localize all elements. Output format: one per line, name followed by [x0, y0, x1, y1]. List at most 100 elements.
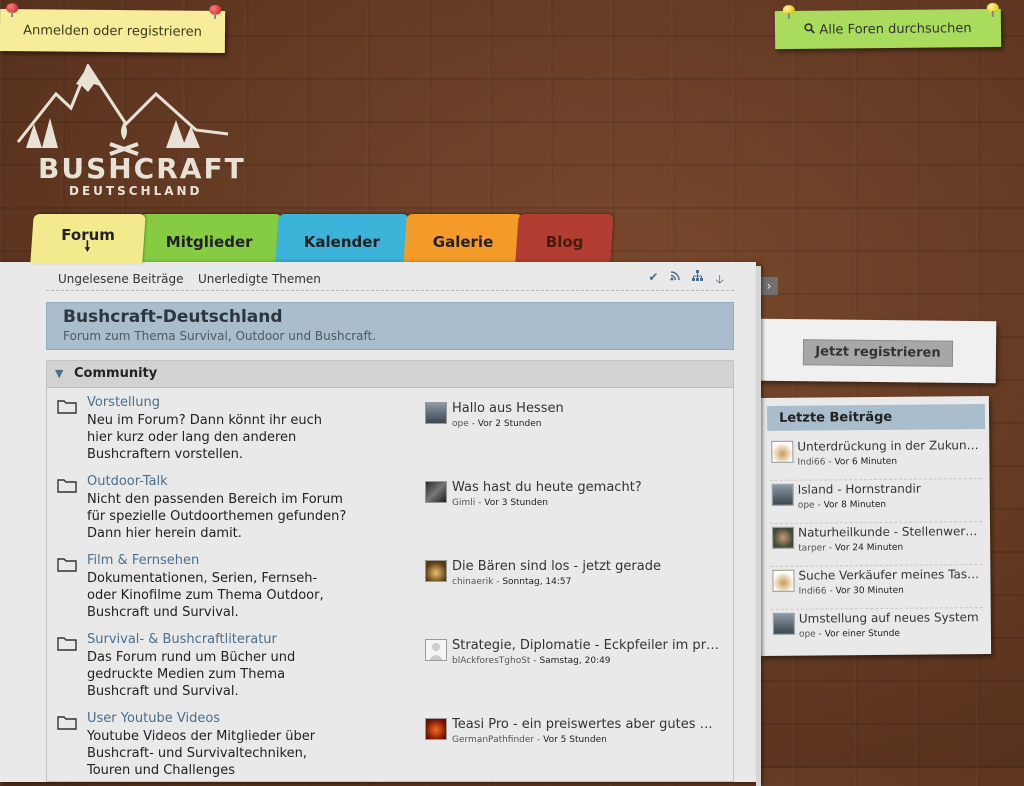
tab-forum[interactable]: Forum 🠗 — [30, 214, 146, 264]
unsolved-threads-link[interactable]: Unerledigte Themen — [198, 272, 321, 286]
board-title-link[interactable]: User Youtube Videos — [87, 711, 220, 726]
last-post-link[interactable]: Strategie, Diplomatie - Eckpfeiler im pr… — [452, 638, 724, 653]
recent-posts-box: Letzte Beiträge Unterdrückung in der Zuk… — [758, 396, 992, 656]
sidebar-collapse-button[interactable]: › — [760, 277, 778, 295]
main-content: Ungelesene Beiträge Unerledigte Themen ✔… — [0, 262, 761, 786]
avatar[interactable] — [772, 569, 795, 592]
board-title-link[interactable]: Outdoor-Talk — [87, 474, 168, 489]
recent-post-meta: tarper - Vor 24 Minuten — [798, 542, 904, 554]
recent-post-user[interactable]: tarper — [798, 543, 826, 553]
recent-post-title[interactable]: Suche Verkäufer meines Tas… — [798, 567, 984, 583]
last-post-time: Samstag, 20:49 — [539, 656, 611, 666]
last-post-link[interactable]: Hallo aus Hessen — [452, 401, 724, 416]
recent-post-user[interactable]: Indi66 — [799, 586, 827, 596]
last-post-user[interactable]: GermanPathfinder — [452, 735, 534, 745]
board-header: Bushcraft-Deutschland Forum zum Thema Su… — [46, 302, 734, 350]
board-title-link[interactable]: Vorstellung — [87, 395, 160, 410]
recent-post-item[interactable]: Naturheilkunde - Stellenwer… tarper - Vo… — [769, 522, 984, 567]
site-logo[interactable]: BUSHCRAFT DEUTSCHLAND — [16, 62, 244, 204]
avatar[interactable] — [772, 612, 795, 635]
avatar[interactable] — [771, 483, 794, 506]
last-post-user[interactable]: Gimli — [452, 498, 475, 508]
board-title-link[interactable]: Survival- & Bushcraftliteratur — [87, 632, 277, 647]
category-label: Community — [74, 366, 158, 381]
search-all-forums-link[interactable]: Alle Foren durchsuchen — [774, 8, 1002, 50]
pushpin-icon — [783, 5, 795, 19]
recent-post-meta: Indi66 - Vor 30 Minuten — [798, 585, 904, 597]
last-post-meta: chinaerik - Sonntag, 14:57 — [452, 577, 572, 587]
chevron-down-icon[interactable]: ▼ — [55, 367, 63, 380]
recent-post-item[interactable]: Umstellung auf neues System ope - Vor ei… — [771, 608, 983, 652]
board-title-link[interactable]: Film & Fernsehen — [87, 553, 199, 568]
last-post-user[interactable]: ope — [452, 419, 469, 429]
search-icon — [804, 23, 816, 37]
recent-post-meta: Indi66 - Vor 6 Minuten — [797, 456, 898, 468]
tab-mitglieder[interactable]: Mitglieder — [136, 214, 282, 264]
last-post-time: Vor 5 Stunden — [543, 735, 607, 745]
register-card: Jetzt registrieren — [757, 318, 997, 384]
avatar[interactable] — [425, 560, 447, 582]
search-label: Alle Foren durchsuchen — [819, 20, 972, 38]
arrow-down-icon[interactable]: 🡣 — [715, 270, 724, 291]
recent-post-time: Vor 8 Minuten — [823, 499, 887, 511]
recent-post-title[interactable]: Island - Hornstrandir — [798, 481, 984, 497]
last-post-time: Vor 2 Stunden — [477, 419, 542, 429]
avatar[interactable] — [425, 481, 447, 503]
unread-posts-link[interactable]: Ungelesene Beiträge — [58, 272, 183, 286]
folder-icon — [57, 637, 77, 651]
recent-post-time: Vor 6 Minuten — [834, 456, 898, 468]
arrow-down-icon: 🠗 — [84, 239, 91, 255]
recent-post-user[interactable]: ope — [798, 501, 815, 511]
last-post-meta: blAckforesTghoSt - Samstag, 20:49 — [452, 656, 611, 666]
tab-blog[interactable]: Blog — [515, 214, 614, 264]
logo-sub-text: DEUTSCHLAND — [69, 184, 203, 198]
page-title: Bushcraft-Deutschland — [63, 307, 283, 327]
pushpin-icon — [987, 3, 999, 17]
tab-galerie[interactable]: Galerie — [403, 214, 523, 264]
check-icon[interactable]: ✔ — [648, 270, 658, 291]
last-post-time: Vor 3 Stunden — [484, 498, 548, 508]
tab-kalender[interactable]: Kalender — [275, 214, 409, 264]
recent-post-user[interactable]: Indi66 — [797, 457, 825, 467]
recent-post-meta: ope - Vor einer Stunde — [798, 628, 901, 640]
recent-post-item[interactable]: Unterdrückung in der Zukun… Indi66 - Vor… — [769, 436, 983, 481]
board-description: Dokumentationen, Serien, Fernseh- oder K… — [87, 571, 324, 620]
last-post-time: Sonntag, 14:57 — [502, 577, 572, 587]
rss-icon[interactable] — [670, 270, 681, 291]
last-post-meta: ope - Vor 2 Stunden — [452, 419, 542, 429]
avatar[interactable] — [772, 526, 795, 549]
recent-post-user[interactable]: ope — [799, 630, 816, 640]
recent-post-item[interactable]: Island - Hornstrandir ope - Vor 8 Minute… — [769, 479, 984, 524]
recent-post-meta: ope - Vor 8 Minuten — [797, 499, 887, 511]
register-button[interactable]: Jetzt registrieren — [802, 339, 954, 367]
recent-post-title[interactable]: Unterdrückung in der Zukun… — [797, 438, 983, 454]
sitemap-icon[interactable] — [692, 270, 704, 291]
avatar[interactable] — [771, 440, 794, 463]
recent-post-time: Vor 30 Minuten — [835, 585, 904, 597]
last-post-user[interactable]: blAckforesTghoSt — [452, 656, 530, 666]
pushpin-icon — [6, 3, 18, 17]
board-description: Nicht den passenden Bereich im Forum für… — [87, 492, 347, 541]
folder-icon — [57, 558, 77, 572]
last-post-link[interactable]: Was hast du heute gemacht? — [452, 480, 724, 495]
mountain-logo-icon — [16, 62, 229, 156]
avatar-placeholder[interactable] — [425, 639, 447, 661]
last-post-user[interactable]: chinaerik — [452, 577, 493, 587]
last-post-link[interactable]: Teasi Pro - ein preiswertes aber gutes … — [452, 717, 724, 732]
last-post-meta: Gimli - Vor 3 Stunden — [452, 498, 548, 508]
recent-post-item[interactable]: Suche Verkäufer meines Tas… Indi66 - Vor… — [770, 565, 984, 610]
last-post-link[interactable]: Die Bären sind los - jetzt gerade — [452, 559, 724, 574]
avatar[interactable] — [425, 718, 447, 740]
chevron-right-icon: › — [766, 279, 772, 293]
recent-posts-title: Letzte Beiträge — [766, 404, 986, 431]
category-header[interactable]: ▼ Community — [47, 361, 733, 388]
board-description: Das Forum rund um Bücher und gedruckte M… — [87, 650, 296, 699]
category-community: ▼ Community Vorstellung Neu im Forum? Da… — [46, 360, 734, 782]
recent-post-title[interactable]: Naturheilkunde - Stellenwer… — [798, 524, 984, 540]
recent-post-title[interactable]: Umstellung auf neues System — [799, 610, 985, 626]
avatar[interactable] — [425, 402, 447, 424]
login-register-link[interactable]: Anmelden oder registrieren — [0, 9, 226, 53]
pushpin-icon — [209, 5, 221, 19]
page-subtitle: Forum zum Thema Survival, Outdoor und Bu… — [63, 329, 377, 343]
folder-icon — [57, 716, 77, 730]
